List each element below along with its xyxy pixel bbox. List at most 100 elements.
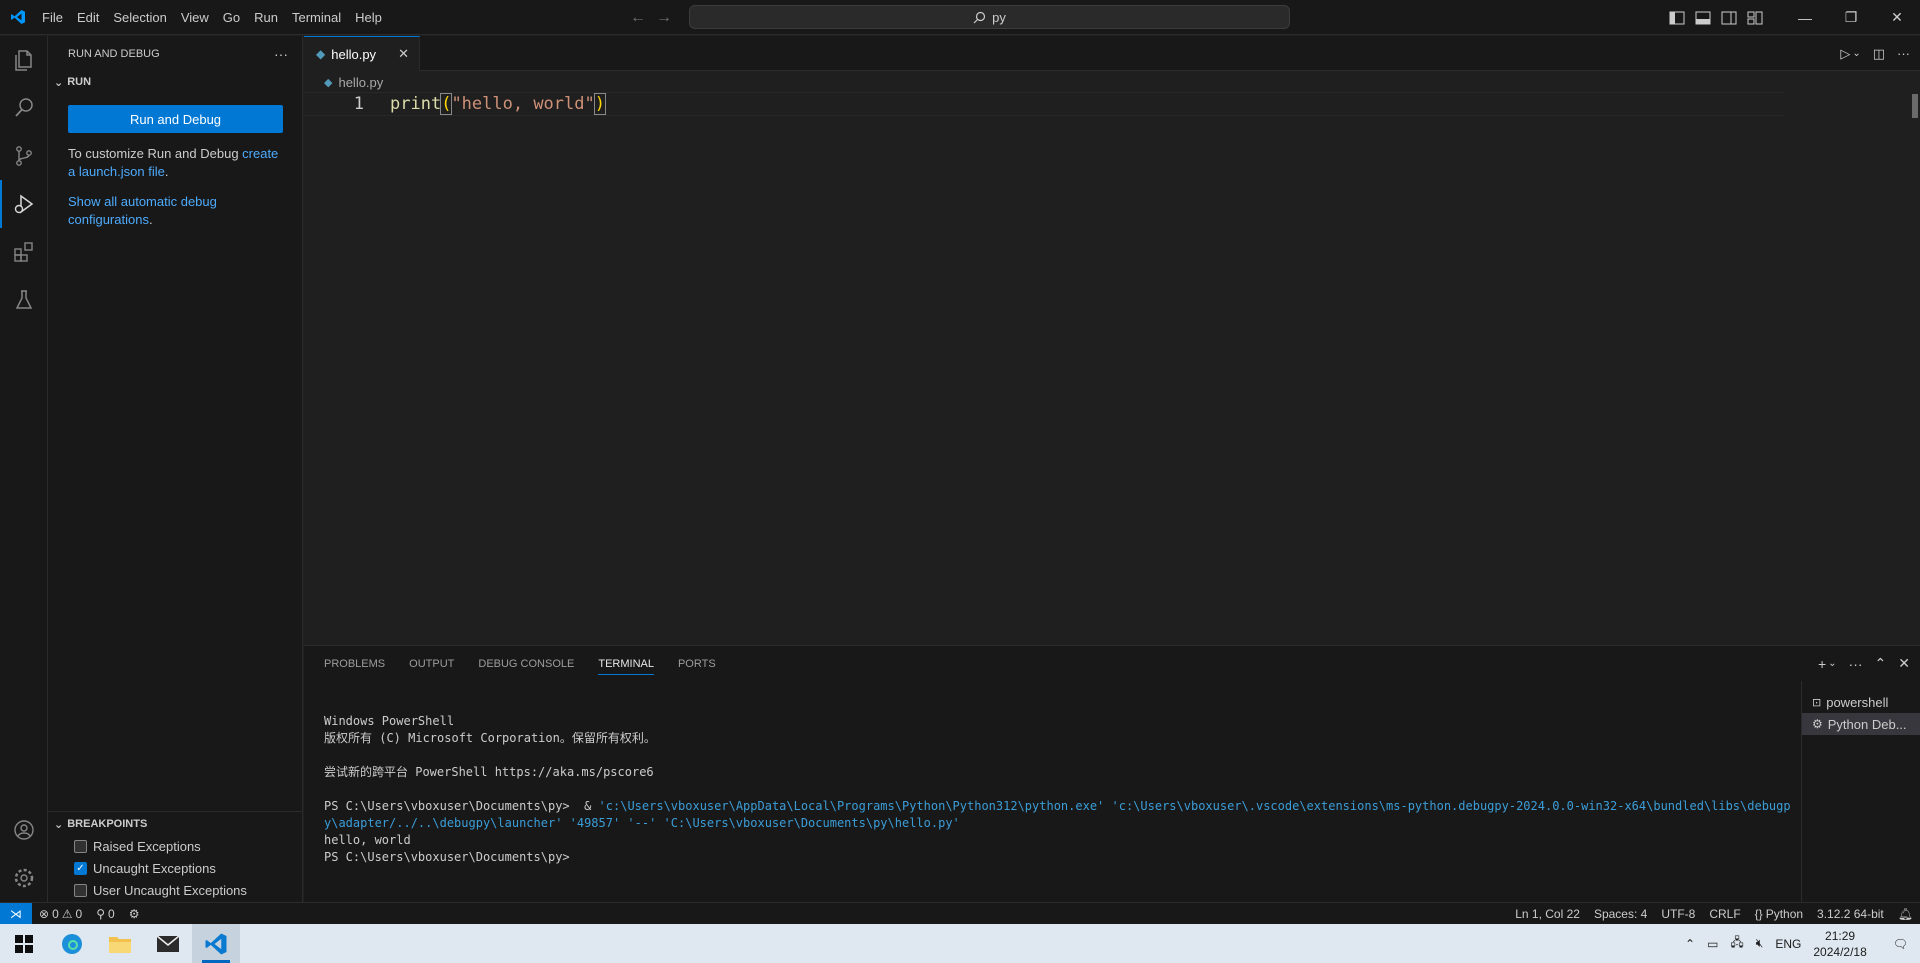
breakpoint-label: User Uncaught Exceptions xyxy=(93,882,247,898)
clock-date: 2024/2/18 xyxy=(1813,944,1867,959)
ports-status[interactable]: ⚲ 0 xyxy=(89,907,121,921)
editor-tabs: ◆ hello.py ✕ ▷ ⌄ ◫ ··· xyxy=(304,36,1920,71)
volume-muted-icon[interactable]: 🔇︎ xyxy=(1756,936,1764,951)
problems-status[interactable]: ⊗ 0 ⚠ 0 xyxy=(32,907,89,921)
menu-run[interactable]: Run xyxy=(247,0,285,35)
terminal-item-label: powershell xyxy=(1826,694,1889,710)
tab-problems[interactable]: PROBLEMS xyxy=(324,658,385,670)
customize-layout-icon[interactable] xyxy=(1742,0,1768,35)
run-python-file-icon[interactable]: ▷ xyxy=(1840,46,1850,62)
minimize-icon[interactable]: — xyxy=(1782,0,1828,35)
explorer-icon[interactable] xyxy=(0,36,48,84)
testing-icon[interactable] xyxy=(0,276,48,324)
menu-file[interactable]: File xyxy=(35,0,70,35)
title-bar-controls: — ❐ ✕ xyxy=(1664,0,1920,35)
source-control-icon[interactable] xyxy=(0,132,48,180)
terminal-item-python-debug[interactable]: ⚙ Python Deb... xyxy=(1802,713,1920,735)
terminal-item-powershell[interactable]: ⊡ powershell xyxy=(1802,691,1920,713)
close-tab-icon[interactable]: ✕ xyxy=(398,46,409,62)
new-terminal-icon[interactable]: + xyxy=(1818,656,1826,672)
chevron-down-icon: ⌄ xyxy=(54,818,64,831)
chevron-down-icon[interactable]: ⌄ xyxy=(1828,658,1836,669)
clock[interactable]: 21:29 2024/2/18 xyxy=(1813,928,1866,960)
more-actions-icon[interactable]: ··· xyxy=(274,46,288,62)
terminal-icon: ⊡ xyxy=(1812,696,1822,709)
chevron-up-icon[interactable]: ⌃ xyxy=(1685,937,1695,951)
windows-start-icon[interactable] xyxy=(0,924,48,963)
sidebar-title: RUN AND DEBUG xyxy=(68,47,160,60)
run-debug-icon[interactable] xyxy=(0,180,48,228)
menu-selection[interactable]: Selection xyxy=(106,0,173,35)
search-view-icon[interactable] xyxy=(0,84,48,132)
more-actions-icon[interactable]: ··· xyxy=(1849,656,1863,672)
cursor-position[interactable]: Ln 1, Col 22 xyxy=(1508,907,1587,921)
vscode-taskbar-icon[interactable] xyxy=(192,924,240,963)
show-automatic-debug-configurations-link[interactable]: Show all automatic debug configurations xyxy=(68,194,217,227)
breakpoint-user-uncaught-exceptions[interactable]: User Uncaught Exceptions xyxy=(48,879,303,901)
checkbox[interactable] xyxy=(74,883,87,897)
breadcrumb: ◆ hello.py xyxy=(304,71,1920,93)
command-center-search[interactable]: py xyxy=(689,5,1290,29)
braces-icon: {} xyxy=(1754,906,1763,921)
edge-browser-icon[interactable] xyxy=(48,924,96,963)
debug-status[interactable]: ⚙ xyxy=(122,907,147,921)
breakpoints-header[interactable]: ⌄ BREAKPOINTS xyxy=(48,813,303,835)
breakpoints-title: BREAKPOINTS xyxy=(67,818,148,830)
checkbox-checked[interactable]: ✓ xyxy=(74,861,87,875)
back-arrow-icon[interactable]: ← xyxy=(630,9,646,27)
menu-view[interactable]: View xyxy=(174,0,216,35)
file-explorer-icon[interactable] xyxy=(96,924,144,963)
menu-edit[interactable]: Edit xyxy=(70,0,106,35)
restore-icon[interactable]: ❐ xyxy=(1828,0,1874,35)
notifications-icon[interactable]: 🗨︎ xyxy=(1893,937,1908,951)
line-ending[interactable]: CRLF xyxy=(1702,907,1747,921)
breakpoint-uncaught-exceptions[interactable]: ✓ Uncaught Exceptions xyxy=(48,857,303,879)
toggle-secondary-sidebar-icon[interactable] xyxy=(1716,0,1742,35)
terminal-line: 版权所有 (C) Microsoft Corporation。保留所有权利。 xyxy=(324,731,656,745)
remote-icon[interactable]: ⋊ xyxy=(0,902,32,925)
menu-terminal[interactable]: Terminal xyxy=(285,0,348,35)
tab-ports[interactable]: PORTS xyxy=(678,658,716,670)
line-number: 1 xyxy=(353,94,364,114)
toggle-panel-icon[interactable] xyxy=(1690,0,1716,35)
battery-icon[interactable]: ▭ xyxy=(1707,937,1718,951)
run-and-debug-button[interactable]: Run and Debug xyxy=(68,105,283,133)
encoding[interactable]: UTF-8 xyxy=(1654,907,1702,921)
python-interpreter[interactable]: 3.12.2 64-bit xyxy=(1810,907,1891,921)
status-right: Ln 1, Col 22 Spaces: 4 UTF-8 CRLF {} Pyth… xyxy=(1508,907,1920,921)
language-mode[interactable]: {} Python xyxy=(1748,907,1810,921)
code-line-1[interactable]: 1 print("hello, world") xyxy=(304,92,1784,116)
breadcrumb-file[interactable]: hello.py xyxy=(338,75,383,90)
maximize-panel-icon[interactable]: ⌃ xyxy=(1875,655,1887,672)
terminal-output[interactable]: Windows PowerShell 版权所有 (C) Microsoft Cor… xyxy=(324,696,1794,900)
manage-gear-icon[interactable] xyxy=(0,854,48,902)
toggle-primary-sidebar-icon[interactable] xyxy=(1664,0,1690,35)
close-window-icon[interactable]: ✕ xyxy=(1874,0,1920,35)
run-section-header[interactable]: ⌄ RUN xyxy=(48,71,302,93)
menu-help[interactable]: Help xyxy=(348,0,389,35)
indentation[interactable]: Spaces: 4 xyxy=(1587,907,1654,921)
chevron-down-icon[interactable]: ⌄ xyxy=(1852,48,1860,59)
notifications-bell-icon[interactable]: 🔔︎ xyxy=(1891,907,1920,921)
search-icon xyxy=(973,11,986,23)
checkbox[interactable] xyxy=(74,839,87,853)
menu-go[interactable]: Go xyxy=(216,0,247,35)
mail-icon[interactable] xyxy=(144,924,192,963)
editor-scrollbar[interactable] xyxy=(1912,94,1918,118)
code-paren-close: ) xyxy=(593,93,607,115)
accounts-icon[interactable] xyxy=(0,806,48,854)
input-language[interactable]: ENG xyxy=(1775,937,1801,951)
more-actions-icon[interactable]: ··· xyxy=(1897,46,1910,61)
tab-debug-console[interactable]: DEBUG CONSOLE xyxy=(478,658,574,670)
tab-output[interactable]: OUTPUT xyxy=(409,658,454,670)
code-text[interactable]: print("hello, world") xyxy=(390,93,607,115)
tab-terminal[interactable]: TERMINAL xyxy=(598,658,654,675)
split-editor-icon[interactable]: ◫ xyxy=(1873,46,1885,62)
network-icon[interactable]: 🖧︎ xyxy=(1730,933,1743,954)
forward-arrow-icon[interactable]: → xyxy=(656,9,672,27)
extensions-icon[interactable] xyxy=(0,228,48,276)
close-panel-icon[interactable]: ✕ xyxy=(1898,655,1910,672)
breakpoint-raised-exceptions[interactable]: Raised Exceptions xyxy=(48,835,303,857)
language-label: Python xyxy=(1765,906,1804,921)
tab-hello-py[interactable]: ◆ hello.py ✕ xyxy=(304,36,420,71)
